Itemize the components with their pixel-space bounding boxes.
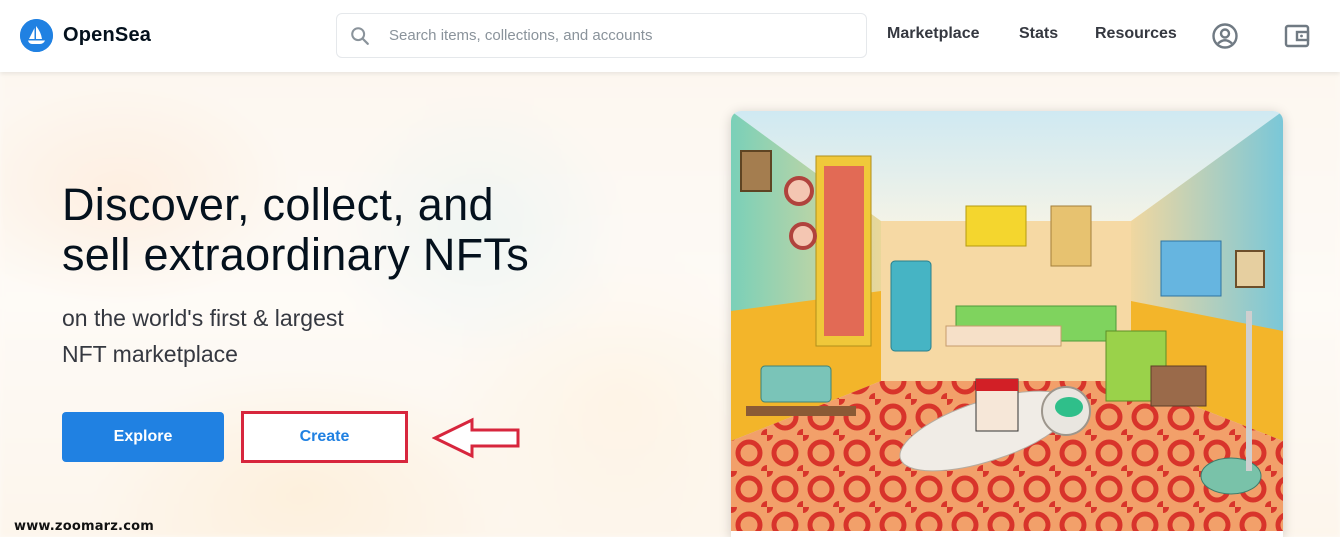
explore-button[interactable]: Explore	[62, 412, 224, 462]
wallet-icon[interactable]	[1283, 22, 1311, 50]
nav-link-resources[interactable]: Resources	[1095, 25, 1177, 43]
create-button[interactable]: Create	[241, 411, 408, 463]
hero-subtitle-line-1: on the world's first & largest	[62, 305, 344, 331]
annotation-arrow-icon	[432, 417, 520, 459]
top-navbar: OpenSea Marketplace Stats Resources	[0, 0, 1340, 72]
search-input[interactable]	[389, 27, 866, 44]
brand-logo[interactable]: OpenSea	[20, 19, 151, 52]
hero-subtitle-line-2: NFT marketplace	[62, 341, 238, 367]
account-icon[interactable]	[1211, 22, 1239, 50]
nav-link-stats[interactable]: Stats	[1019, 25, 1058, 43]
featured-nft-image	[731, 111, 1283, 531]
featured-nft-card[interactable]	[731, 111, 1283, 537]
nav-link-marketplace[interactable]: Marketplace	[887, 25, 980, 43]
source-watermark: www.zoomarz.com	[14, 519, 154, 534]
search-bar[interactable]	[336, 13, 867, 58]
hero-title-line-2: sell extraordinary NFTs	[62, 229, 530, 280]
hero-title-line-1: Discover, collect, and	[62, 179, 494, 230]
brand-name: OpenSea	[63, 24, 152, 46]
hero-subtitle: on the world's first & largest NFT marke…	[62, 300, 462, 372]
opensea-logo-icon	[20, 19, 53, 52]
hero-title: Discover, collect, and sell extraordinar…	[62, 180, 582, 280]
search-icon	[351, 26, 369, 45]
